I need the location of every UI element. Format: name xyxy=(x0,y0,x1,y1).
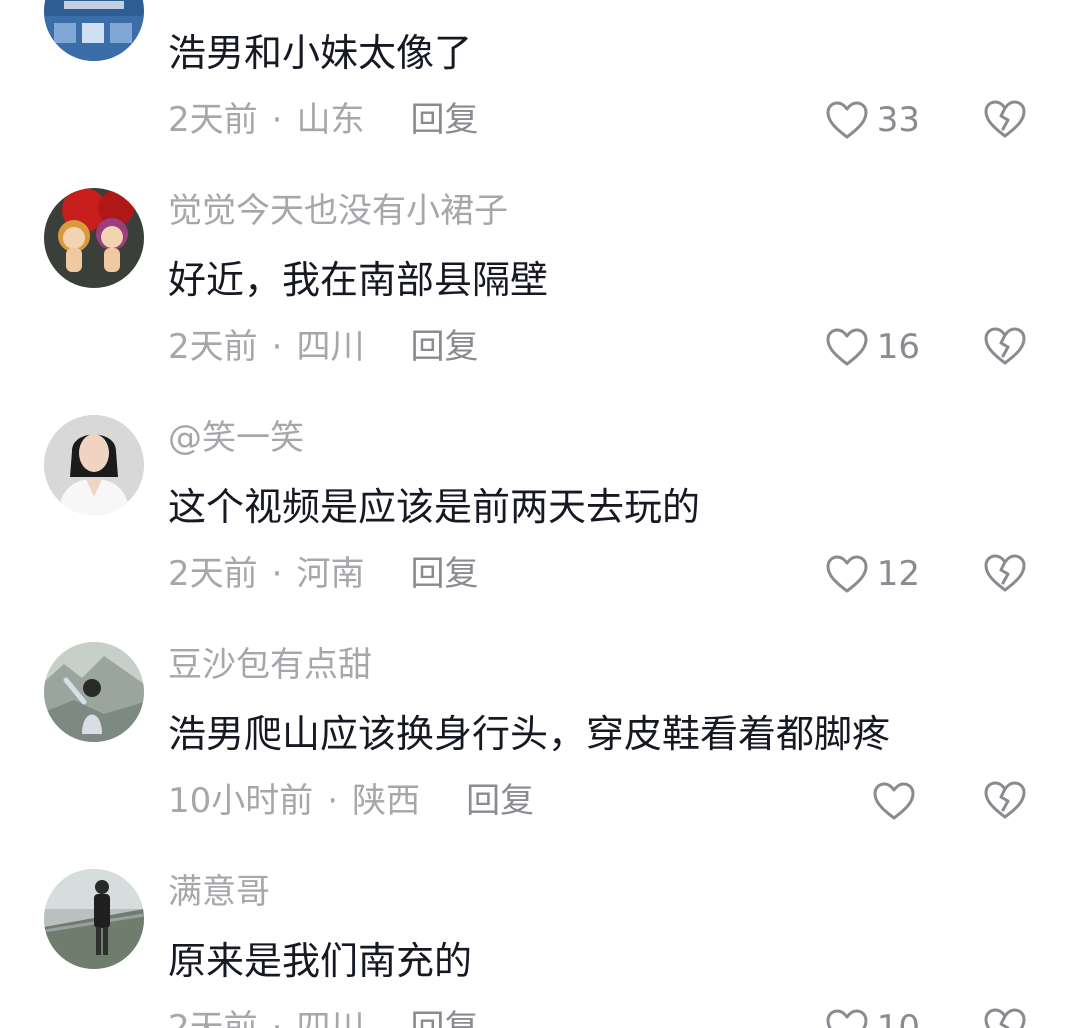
username[interactable]: 觉觉今天也没有小裙子 xyxy=(168,189,508,233)
building-photo xyxy=(44,0,144,61)
avatar[interactable] xyxy=(44,869,144,969)
username[interactable]: @笑一笑 xyxy=(168,416,304,460)
avatar[interactable] xyxy=(44,642,144,742)
like-button[interactable]: 10 xyxy=(825,1006,920,1028)
woman-portrait-photo xyxy=(44,415,144,515)
separator-dot: · xyxy=(271,1008,283,1028)
broken-heart-icon xyxy=(984,1008,1026,1028)
comment-item: 浩男和小妹太像了 2天前 · 山东 回复 33 xyxy=(0,0,1080,140)
avatar[interactable] xyxy=(44,415,144,515)
reply-button[interactable]: 回复 xyxy=(410,1008,478,1028)
like-count: 10 xyxy=(876,1008,920,1028)
avatar[interactable] xyxy=(44,0,144,61)
avatar[interactable] xyxy=(44,188,144,288)
comment-text: 原来是我们南充的 xyxy=(168,939,473,983)
heart-outline-icon xyxy=(826,1009,868,1028)
username[interactable]: 豆沙包有点甜 xyxy=(168,643,372,687)
comment-item: 豆沙包有点甜 浩男爬山应该换身行头，穿皮鞋看着都脚疼 10小时前 · 陕西 回复 xyxy=(0,507,1080,821)
comment-item: 觉觉今天也没有小裙子 好近，我在南部县隔壁 2天前 · 四川 回复 16 xyxy=(0,53,1080,367)
comment-list: 浩男和小妹太像了 2天前 · 山东 回复 33 觉觉今天也没有小裙子 好近，我在… xyxy=(0,0,1080,1028)
comment-time: 2天前 xyxy=(168,1008,258,1028)
comment-item: @笑一笑 这个视频是应该是前两天去玩的 2天前 · 河南 回复 12 xyxy=(0,280,1080,594)
username[interactable]: 满意哥 xyxy=(168,870,270,914)
comment-location: 四川 xyxy=(296,1008,365,1028)
comment-item: 满意哥 原来是我们南充的 2天前 · 四川 回复 10 xyxy=(0,734,1080,1028)
dislike-button[interactable] xyxy=(983,1006,1027,1028)
comment-meta: 2天前 · 四川 回复 xyxy=(168,1006,478,1028)
man-riverside-photo xyxy=(44,869,144,969)
plush-dolls-photo xyxy=(44,188,144,288)
mountain-figure-photo xyxy=(44,642,144,742)
